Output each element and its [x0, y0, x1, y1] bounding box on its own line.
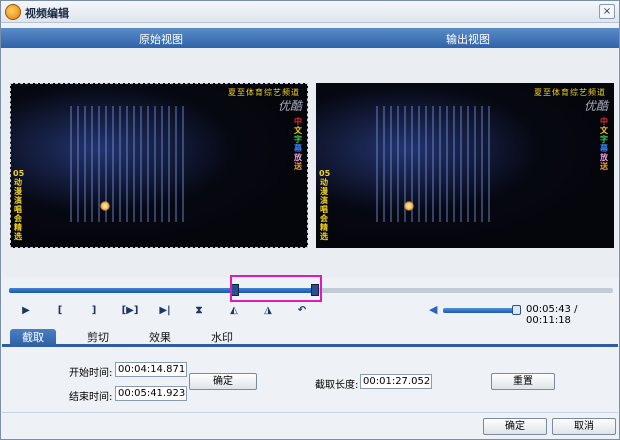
output-view-label: 输出视图 [446, 33, 490, 46]
output-watermark-logo: 优酷 [583, 99, 608, 113]
end-time-field[interactable]: 00:05:41.923 [115, 386, 187, 401]
scene-organ-pipes [375, 106, 495, 222]
edit-tab-bar: 截取 剪切 效果 水印 [2, 329, 618, 347]
vertical-caption-char: 动 [320, 178, 328, 187]
tab-trim[interactable]: 截取 [10, 329, 56, 347]
trim-length-field: 00:01:27.052 [360, 374, 432, 389]
undo-button[interactable]: ↶ [293, 303, 311, 319]
vertical-caption-char: 05 [319, 169, 331, 178]
split-button[interactable]: ⧗ [190, 303, 208, 319]
confirm-times-button[interactable]: 确定 [189, 373, 257, 390]
start-time-label: 开始时间: [69, 368, 113, 379]
original-view-label: 原始视图 [139, 33, 183, 46]
scene-candle-light [404, 201, 414, 211]
vertical-caption-char: 放 [600, 153, 608, 162]
tab-cut[interactable]: 剪切 [75, 329, 121, 347]
trim-length-label: 截取长度: [315, 380, 359, 391]
tab-watermark[interactable]: 水印 [199, 329, 245, 347]
vertical-caption-char: 精 [320, 223, 328, 232]
ok-button[interactable]: 确定 [483, 418, 547, 435]
vertical-caption-char: 选 [320, 232, 328, 241]
vertical-caption-char: 演 [320, 196, 328, 205]
preview-panels: 夏至体育综艺频道 优酷 05 动漫演唱会精选 中文字幕放送 夏至体育综艺频道 优酷… [2, 48, 618, 278]
timeline-played-portion [9, 288, 236, 293]
selection-highlight-box [230, 275, 322, 302]
output-video-preview: 夏至体育综艺频道 优酷 05 动漫演唱会精选 中文字幕放送 [316, 83, 614, 248]
volume-slider-knob[interactable] [512, 305, 521, 315]
app-logo-icon [5, 4, 21, 20]
tab-effects[interactable]: 效果 [137, 329, 183, 347]
vertical-caption-char: 字 [600, 135, 608, 144]
rotate-left-button[interactable]: ◭ [225, 303, 243, 319]
play-button[interactable]: ▶ [17, 303, 35, 319]
play-selection-button[interactable]: [▶] [117, 303, 143, 319]
original-video-preview[interactable]: 夏至体育综艺频道 优酷 05 动漫演唱会精选 中文字幕放送 [10, 83, 308, 248]
video-edit-window: 视频编辑 × 原始视图 输出视图 夏至体育综艺频道 优酷 05 动漫演唱会精选 中… [0, 0, 620, 440]
vertical-caption-char: 送 [600, 162, 608, 171]
dialog-footer: 确定 取消 [2, 412, 618, 439]
rotate-right-button[interactable]: ◮ [259, 303, 277, 319]
trim-form: 开始时间: 00:04:14.871 结束时间: 00:05:41.923 确定… [2, 350, 618, 410]
vertical-caption-char: 会 [320, 214, 328, 223]
output-left-vertical-text: 05 动漫演唱会精选 [319, 169, 331, 241]
time-display: 00:05:43 / 00:11:18 [526, 304, 578, 326]
view-header-bar: 原始视图 输出视图 [1, 28, 619, 48]
speaker-icon[interactable]: ◀ [429, 303, 443, 317]
mark-out-button[interactable]: ] [85, 303, 103, 319]
cancel-button[interactable]: 取消 [552, 418, 616, 435]
vertical-caption-char: 幕 [600, 144, 608, 153]
mark-in-button[interactable]: [ [51, 303, 69, 319]
end-time-label: 结束时间: [69, 392, 113, 403]
output-right-vertical-text: 中文字幕放送 [599, 117, 609, 171]
vertical-caption-char: 漫 [320, 187, 328, 196]
vertical-caption-char: 文 [600, 126, 608, 135]
start-time-field[interactable]: 00:04:14.871 [115, 362, 187, 377]
window-title: 视频编辑 [25, 7, 69, 20]
title-bar: 视频编辑 × [1, 1, 619, 23]
volume-slider[interactable] [443, 308, 519, 313]
vertical-caption-char: 中 [600, 117, 608, 126]
vertical-caption-char: 唱 [320, 205, 328, 214]
crop-region-outline[interactable] [10, 83, 308, 248]
reset-button[interactable]: 重置 [491, 373, 555, 390]
close-button[interactable]: × [599, 4, 615, 19]
next-frame-button[interactable]: ▶| [155, 303, 175, 319]
